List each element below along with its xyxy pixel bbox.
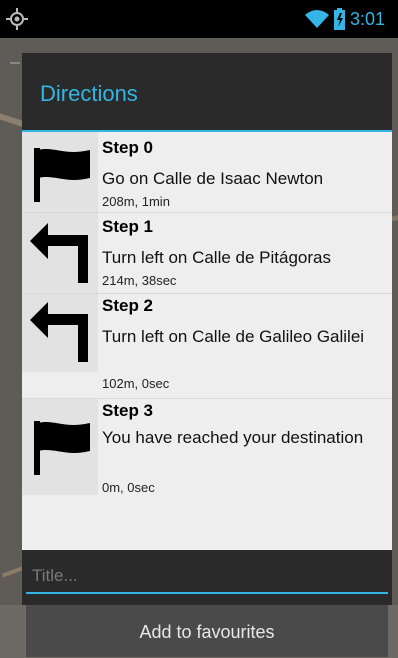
step-instruction: You have reached your destination [102,428,364,447]
step-icon-cell [22,294,98,372]
step-instruction: Go on Calle de Isaac Newton [102,169,324,188]
list-item[interactable]: Step 2 Turn left on Calle de Galileo Gal… [22,294,392,399]
step-icon-cell [22,399,98,495]
turn-left-icon [30,223,88,283]
directions-list[interactable]: Step 0 Go on Calle de Isaac Newton 208m,… [22,132,392,550]
list-item[interactable]: Step 0 Go on Calle de Isaac Newton 208m,… [22,132,392,213]
step-meta: 208m, 1min [102,194,170,209]
step-icon-cell [22,213,98,293]
dialog-title: Directions [40,81,138,106]
step-meta: 102m, 0sec [102,376,170,391]
status-bar: 3:01 [0,0,398,38]
step-title: Step 0 [102,138,154,157]
step-instruction: Turn left on Calle de Galileo Galilei [102,327,365,346]
battery-charging-icon [334,8,345,30]
step-title: Step 1 [102,217,154,236]
status-time: 3:01 [350,9,386,29]
step-meta: 0m, 0sec [102,480,155,495]
flag-icon [34,148,90,202]
location-icon [6,8,28,30]
directions-dialog: Directions Step 0 Go on Calle de Isaac N… [22,53,398,657]
step-instruction: Turn left on Calle de Pitágoras [102,248,331,267]
wifi-icon [305,10,329,28]
flag-icon [34,421,90,475]
list-item[interactable]: Step 1 Turn left on Calle de Pitágoras 2… [22,213,392,294]
step-title: Step 3 [102,401,154,420]
step-meta: 214m, 38sec [102,273,177,288]
list-item[interactable]: Step 3 You have reached your destination… [22,399,392,509]
step-icon-cell [22,132,98,212]
menu-edge-icon [10,62,20,64]
step-title: Step 2 [102,296,154,315]
title-input[interactable] [26,562,398,590]
turn-left-icon [30,302,88,362]
input-underline [26,592,388,594]
add-to-favourites-button[interactable]: Add to favourites [26,605,388,657]
